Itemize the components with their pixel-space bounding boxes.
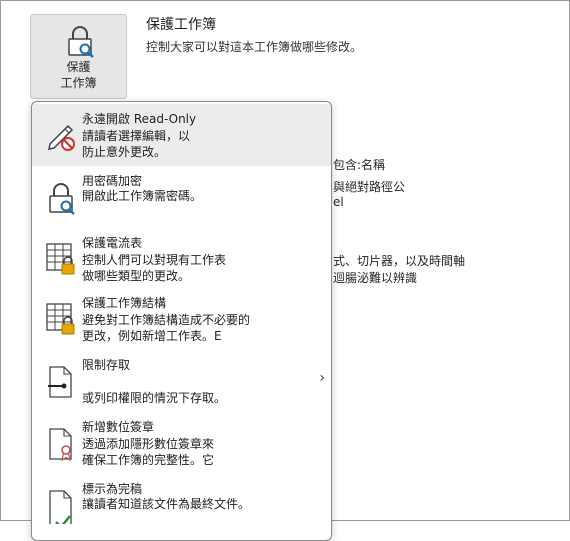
section-description: 控制大家可以對這本工作簿做哪些修改。 (146, 40, 363, 54)
background-text-5: 迴腸泌難以辨識 (333, 271, 418, 285)
protect-label-line2: 工作簿 (60, 76, 97, 90)
background-text-4: 式、切片器，以及時間軸 (333, 254, 466, 268)
background-text-2: 與絕對路徑公 (333, 180, 406, 194)
menu-item-title: 永遠開啟 Read-Only (82, 112, 197, 126)
menu-item-mark-as-final[interactable]: 標示為完稿 讓讀者知道該文件為最終文件。 (32, 476, 331, 540)
menu-item-always-read-only[interactable]: 永遠開啟 Read-Only 請讀者選擇編輯，以 防止意外更改。 (32, 104, 331, 166)
protect-workbook-button[interactable]: 保護 工作簿 (30, 14, 127, 99)
menu-item-desc-line1: 開啟此工作簿需密碼。 (82, 189, 203, 203)
menu-item-desc-line1: 讓讀者知道該文件為最終文件。 (82, 497, 251, 511)
lock-search-icon (49, 183, 75, 215)
menu-item-desc-line2: 防止意外更改。 (82, 145, 167, 159)
protect-label-line1: 保護 (66, 60, 91, 74)
restricted-doc-icon (48, 366, 72, 398)
menu-item-title: 用密碼加密 (82, 174, 143, 188)
protect-workbook-menu: 永遠開啟 Read-Only 請讀者選擇編輯，以 防止意外更改。 用密碼加密 開… (31, 101, 332, 541)
menu-item-desc-line1: 避免對工作簿結構造成不必要的 (82, 313, 251, 327)
menu-item-title: 保護工作簿結構 (82, 296, 167, 310)
menu-item-encrypt-with-password[interactable]: 用密碼加密 開啟此工作簿需密碼。 (32, 166, 331, 228)
menu-item-title: 標示為完稿 (82, 482, 143, 496)
pencil-no-icon (48, 124, 75, 151)
menu-item-desc-line2: 做哪些類型的更改。 (82, 269, 191, 283)
protect-workbook-label: 保護 工作簿 (31, 59, 126, 91)
lock-search-icon (68, 26, 94, 58)
background-text-1: 包含:名稱 (333, 158, 386, 172)
menu-item-desc-line1: 請讀者選擇編輯，以 (82, 129, 191, 143)
menu-item-protect-sheet[interactable]: 保護電流表 控制人們可以對現有工作表 做哪些類型的更改。 (32, 228, 331, 290)
signature-icon (49, 428, 72, 462)
menu-item-desc-line1: 透過添加隱形數位簽章來 (82, 437, 215, 451)
section-title: 保護工作簿 (146, 17, 216, 33)
menu-item-title: 保護電流表 (82, 236, 143, 250)
menu-item-title: 限制存取 (82, 358, 131, 372)
final-doc-icon (49, 490, 72, 524)
menu-item-desc-line2: 或列印權限的情況下存取。 (82, 391, 227, 405)
background-text-3: el (333, 195, 344, 209)
menu-item-protect-workbook-structure[interactable]: 保護工作簿結構 避免對工作簿結構造成不必要的 更改，例如新增工作表。E (32, 290, 331, 352)
menu-item-title: 新增數位簽章 (82, 420, 155, 434)
workbook-lock-icon (46, 303, 75, 335)
menu-item-desc-line1: 控制人們可以對現有工作表 (82, 253, 227, 267)
submenu-chevron-icon: › (319, 370, 325, 386)
menu-item-desc-line2: 更改，例如新增工作表。E (82, 329, 222, 343)
menu-item-add-digital-signature[interactable]: 新增數位簽章 透過添加隱形數位簽章來 確保工作簿的完整性。它 (32, 414, 331, 476)
menu-item-desc-line2: 確保工作簿的完整性。它 (82, 453, 215, 467)
menu-item-restrict-access[interactable]: 限制存取 或列印權限的情況下存取。 › (32, 352, 331, 414)
sheet-lock-icon (46, 243, 75, 275)
